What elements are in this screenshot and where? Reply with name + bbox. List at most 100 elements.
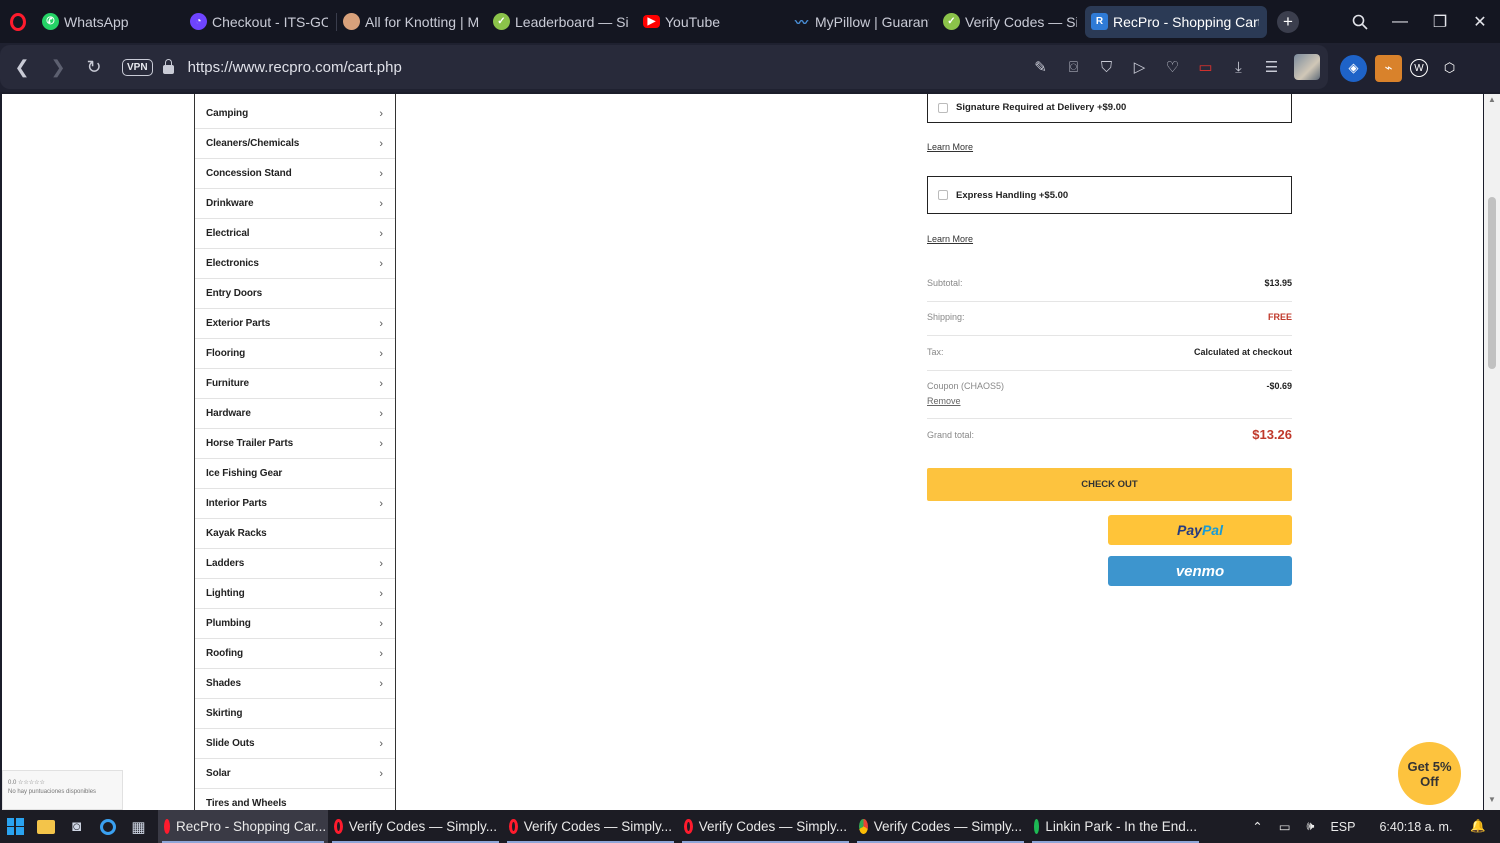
taskbar-app[interactable]: Verify Codes — Simply...	[853, 810, 1028, 843]
remove-coupon-link[interactable]: Remove	[927, 396, 961, 406]
heart-icon[interactable]: ♡	[1156, 51, 1189, 84]
venmo-button[interactable]: venmo	[1108, 556, 1292, 586]
category-item[interactable]: Shades ›	[195, 669, 395, 699]
category-item[interactable]: Furniture ›	[195, 369, 395, 399]
easy-setup-icon[interactable]: ☰	[1255, 51, 1288, 84]
checkout-button[interactable]: CHECK OUT	[927, 468, 1292, 501]
category-label: Hardware	[206, 408, 251, 419]
camera-icon[interactable]: ⌼	[1057, 51, 1090, 84]
vpn-badge[interactable]: VPN	[122, 58, 153, 76]
category-item[interactable]: Electronics ›	[195, 249, 395, 279]
tab-leaderboard[interactable]: ✓ Leaderboard — Simp	[487, 0, 637, 43]
coupon-value: -$0.69	[1266, 381, 1292, 391]
category-item[interactable]: Tires and Wheels	[195, 789, 395, 810]
chevron-right-icon: ›	[379, 647, 383, 660]
download-icon[interactable]: ⤓	[1222, 51, 1255, 84]
extension-icon[interactable]: ◈	[1340, 54, 1367, 82]
category-item[interactable]: Ice Fishing Gear	[195, 459, 395, 489]
signature-option[interactable]: Signature Required at Delivery +$9.00	[927, 94, 1292, 123]
profile-avatar[interactable]	[1294, 54, 1320, 80]
mypillow-icon: 〰	[794, 15, 808, 30]
category-item[interactable]: Slide Outs ›	[195, 729, 395, 759]
scroll-down-icon[interactable]: ▼	[1484, 795, 1500, 809]
url-field[interactable]: https://www.recpro.com/cart.php	[188, 59, 402, 76]
category-item[interactable]: Kayak Racks	[195, 519, 395, 549]
category-item[interactable]: Solar ›	[195, 759, 395, 789]
file-explorer-icon[interactable]	[30, 810, 61, 843]
volume-icon[interactable]: 🕪	[1307, 819, 1315, 834]
whatsapp-icon: ✆	[42, 13, 59, 30]
paypal-button[interactable]: Pay Pal	[1108, 515, 1292, 545]
learn-more-link[interactable]: Learn More	[927, 234, 973, 244]
network-icon[interactable]: ▭	[1279, 819, 1291, 834]
camera-app-icon[interactable]: ◙	[61, 810, 92, 843]
search-tabs-icon[interactable]	[1340, 0, 1380, 43]
category-item[interactable]: Concession Stand ›	[195, 159, 395, 189]
scrollbar-thumb[interactable]	[1488, 197, 1496, 369]
show-hidden-icons[interactable]: ⌃	[1252, 819, 1262, 834]
shield-icon[interactable]: ⛉	[1090, 51, 1123, 84]
taskbar-app[interactable]: Verify Codes — Simply...	[503, 810, 678, 843]
restore-icon[interactable]: ❐	[1420, 0, 1460, 43]
category-item[interactable]: Flooring ›	[195, 339, 395, 369]
tab-mypillow[interactable]: 〰 MyPillow | Guarante	[787, 0, 937, 43]
category-item[interactable]: Roofing ›	[195, 639, 395, 669]
category-item[interactable]: Cleaners/Chemicals ›	[195, 129, 395, 159]
tab-its-golf[interactable]: ◔ Checkout - ITS-GOLF	[184, 0, 336, 43]
windows-start-icon[interactable]	[0, 810, 30, 843]
taskbar-app[interactable]: Verify Codes — Simply...	[678, 810, 853, 843]
extension-icon[interactable]: ⌁	[1375, 54, 1402, 82]
tab-verify-codes[interactable]: ✓ Verify Codes — Simp	[937, 0, 1085, 43]
rating-badge[interactable]: 0.0 ☆☆☆☆☆ No hay puntuaciones disponible…	[2, 770, 123, 810]
page-scrollbar[interactable]: ▲ ▼	[1484, 94, 1500, 810]
category-label: Lighting	[206, 588, 245, 599]
taskbar-app[interactable]: RecPro - Shopping Car...	[158, 810, 328, 843]
taskbar-app[interactable]: Linkin Park - In the End...	[1028, 810, 1203, 843]
shipping-label: Shipping:	[927, 312, 965, 322]
tab-whatsapp[interactable]: ✆ WhatsApp	[36, 0, 184, 43]
cast-icon[interactable]: ▭	[1189, 51, 1222, 84]
express-checkbox[interactable]	[938, 190, 948, 200]
category-item[interactable]: Exterior Parts ›	[195, 309, 395, 339]
new-tab-plus-icon[interactable]: +	[1277, 10, 1299, 33]
extension-w-icon[interactable]: W	[1410, 59, 1428, 77]
lock-icon[interactable]	[162, 59, 174, 74]
category-item[interactable]: Plumbing ›	[195, 609, 395, 639]
taskbar-app[interactable]: Verify Codes — Simply...	[328, 810, 503, 843]
express-handling-option[interactable]: Express Handling +$5.00	[927, 176, 1292, 214]
tab-knotting[interactable]: All for Knotting | Ma	[337, 0, 487, 43]
category-item[interactable]: Hardware ›	[195, 399, 395, 429]
close-window-icon[interactable]: ✕	[1460, 0, 1500, 43]
category-item[interactable]: Camping ›	[195, 99, 395, 129]
category-item[interactable]: Horse Trailer Parts ›	[195, 429, 395, 459]
category-item[interactable]: Electrical ›	[195, 219, 395, 249]
category-item[interactable]: Ladders ›	[195, 549, 395, 579]
category-item[interactable]: Interior Parts ›	[195, 489, 395, 519]
category-item[interactable]: Drinkware ›	[195, 189, 395, 219]
scroll-up-icon[interactable]: ▲	[1484, 95, 1500, 109]
notifications-icon[interactable]: 🔔	[1470, 819, 1486, 834]
page-content: Camping › Cleaners/Chemicals › Concession St…	[2, 94, 1483, 810]
signature-checkbox[interactable]	[938, 102, 948, 113]
minimize-icon[interactable]: —	[1380, 0, 1420, 43]
calculator-icon[interactable]: ▦	[123, 810, 154, 843]
category-item[interactable]: Lighting ›	[195, 579, 395, 609]
tab-recpro-cart[interactable]: R RecPro - Shopping Cart	[1085, 5, 1267, 38]
extensions-cube-icon[interactable]: ⬡	[1436, 55, 1463, 82]
browser-tab-bar: ✆ WhatsApp ◔ Checkout - ITS-GOLF All for…	[0, 0, 1500, 43]
edit-icon[interactable]: ✎	[1024, 51, 1057, 84]
discount-promo-button[interactable]: Get 5% Off	[1398, 742, 1461, 805]
forward-icon[interactable]: ❯	[40, 49, 76, 85]
maps-app-icon[interactable]	[92, 810, 123, 843]
category-item[interactable]: Entry Doors	[195, 279, 395, 309]
clock[interactable]: 6:40:18 a. m.	[1379, 820, 1452, 834]
language-indicator[interactable]: ESP	[1330, 820, 1355, 834]
opera-menu-icon[interactable]	[0, 0, 36, 43]
tab-youtube[interactable]: ▶ YouTube	[637, 0, 787, 43]
learn-more-link[interactable]: Learn More	[927, 142, 973, 152]
play-icon[interactable]: ▷	[1123, 51, 1156, 84]
category-label: Drinkware	[206, 198, 254, 209]
reload-icon[interactable]: ↻	[76, 49, 112, 85]
back-icon[interactable]: ❮	[4, 49, 40, 85]
category-item[interactable]: Skirting	[195, 699, 395, 729]
